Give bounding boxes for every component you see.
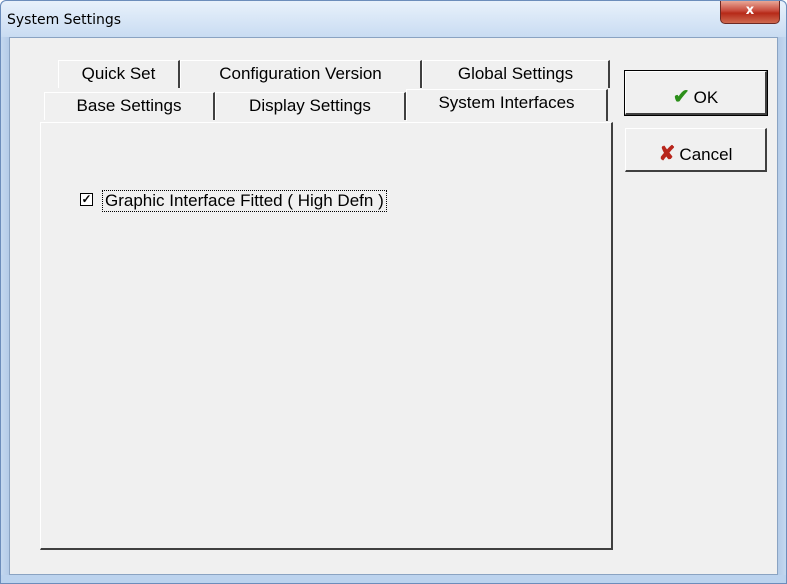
tab-configuration-version[interactable]: Configuration Version	[180, 60, 422, 88]
window-frame-left	[1, 37, 9, 576]
window-frame-right	[778, 37, 786, 576]
title-bar[interactable]: System Settings x	[1, 1, 786, 37]
cancel-button-label: Cancel	[679, 145, 733, 164]
ok-button-label: OK	[693, 88, 719, 107]
x-icon: ✘	[658, 143, 676, 165]
close-button[interactable]: x	[720, 1, 780, 24]
ok-button[interactable]: ✔ OK	[624, 70, 768, 116]
graphic-interface-checkbox-label[interactable]: Graphic Interface Fitted ( High Defn )	[102, 190, 387, 212]
tab-base-settings[interactable]: Base Settings	[44, 92, 215, 120]
window-title: System Settings	[7, 12, 122, 28]
tab-system-interfaces[interactable]: System Interfaces	[406, 89, 608, 121]
cancel-button[interactable]: ✘ Cancel	[625, 128, 767, 172]
tab-panel	[40, 122, 613, 550]
graphic-interface-checkbox[interactable]: ✓	[80, 193, 93, 206]
window-frame-bottom	[1, 575, 786, 583]
checkmark-icon: ✔	[672, 86, 690, 108]
tab-global-settings[interactable]: Global Settings	[422, 60, 610, 88]
tab-quick-set[interactable]: Quick Set	[58, 60, 180, 88]
tab-display-settings[interactable]: Display Settings	[215, 92, 406, 120]
